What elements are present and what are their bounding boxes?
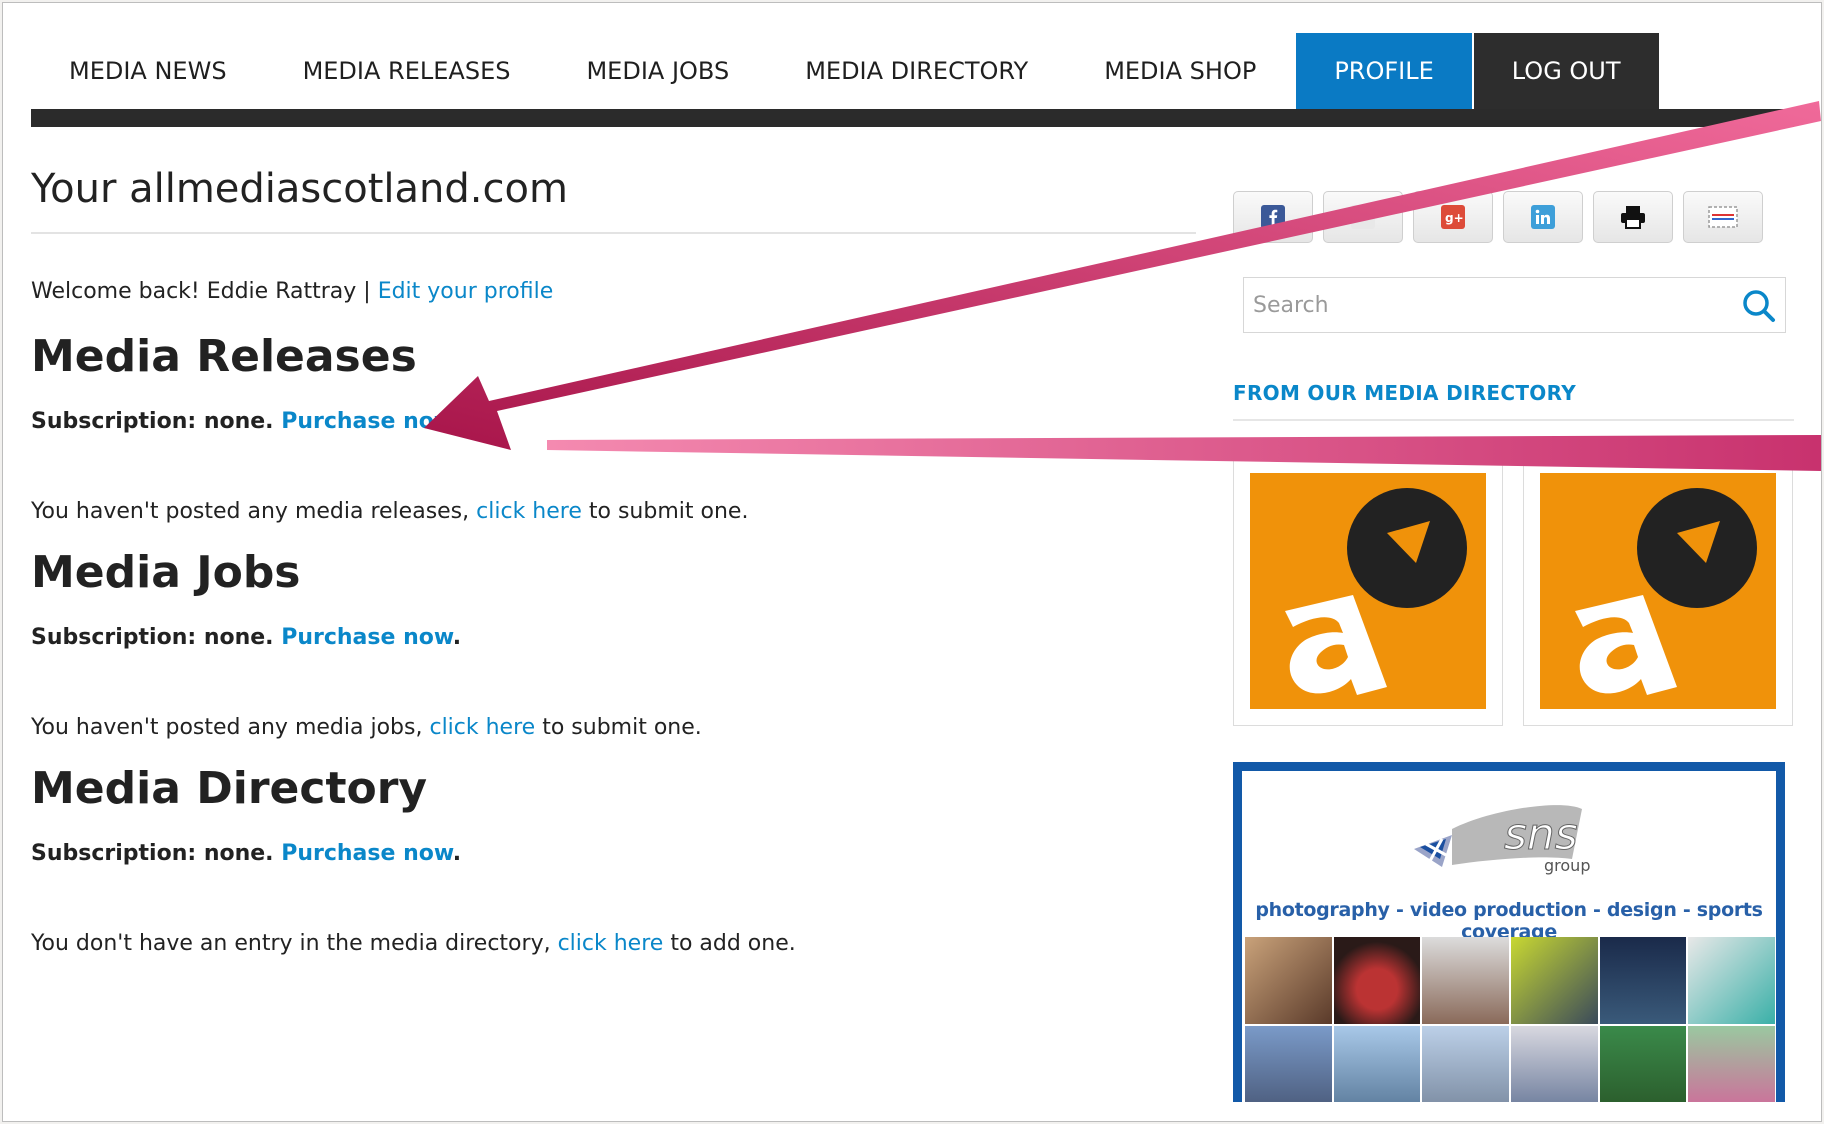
- period: .: [452, 625, 462, 650]
- ad-photo: [1599, 1025, 1687, 1102]
- subscription-status: Subscription: none.: [31, 409, 274, 434]
- linkedin-share-button[interactable]: [1503, 191, 1583, 243]
- media-releases-submit-link[interactable]: click here: [476, 499, 582, 524]
- sns-group-logo-icon: sns group: [1414, 805, 1590, 875]
- ad-photo: [1422, 937, 1509, 1024]
- media-jobs-purchase-link[interactable]: Purchase now: [281, 625, 453, 650]
- ad-photo: [1510, 937, 1598, 1024]
- directory-logo-card[interactable]: [1233, 456, 1503, 726]
- sidebar: g+ FROM OUR MEDIA DIRECTORY: [1233, 191, 1794, 1102]
- nav-media-jobs[interactable]: MEDIA JOBS: [548, 33, 767, 109]
- facebook-share-button[interactable]: [1233, 191, 1313, 243]
- subscription-status: Subscription: none.: [31, 841, 274, 866]
- media-directory-sidebar-heading: FROM OUR MEDIA DIRECTORY: [1233, 381, 1577, 405]
- nav-logout[interactable]: LOG OUT: [1473, 33, 1659, 109]
- media-releases-heading: Media Releases: [31, 331, 417, 382]
- info-text: You haven't posted any media releases,: [31, 499, 470, 524]
- ad-photo: [1510, 1025, 1598, 1102]
- info-text: to submit one.: [542, 715, 702, 740]
- ad-photo: [1688, 937, 1775, 1024]
- info-text: You don't have an entry in the media dir…: [31, 931, 551, 956]
- google-plus-share-button[interactable]: g+: [1413, 191, 1493, 243]
- search-icon[interactable]: [1741, 288, 1777, 324]
- media-directory-subscription: Subscription: none. Purchase now.: [31, 839, 1196, 869]
- ad-photo: [1688, 1025, 1775, 1102]
- email-icon: [1708, 206, 1738, 228]
- ad-photo: [1333, 1025, 1421, 1102]
- profile-content: Your allmediascotland.com Welcome back! …: [31, 127, 1196, 959]
- print-button[interactable]: [1593, 191, 1673, 243]
- period: .: [452, 841, 462, 866]
- period: .: [452, 409, 462, 434]
- media-directory-info: You don't have an entry in the media dir…: [31, 929, 1196, 959]
- media-releases-subscription: Subscription: none. Purchase now.: [31, 407, 1196, 437]
- ad-photo: [1333, 937, 1421, 1024]
- title-divider: [31, 232, 1196, 234]
- google-plus-icon: g+: [1441, 205, 1465, 229]
- nav-profile[interactable]: PROFILE: [1296, 33, 1472, 109]
- nav-media-directory[interactable]: MEDIA DIRECTORY: [767, 33, 1066, 109]
- linkedin-icon: [1531, 205, 1555, 229]
- edit-profile-link[interactable]: Edit your profile: [378, 279, 554, 304]
- ad-photo: [1245, 937, 1332, 1024]
- page-frame: MEDIA NEWS MEDIA RELEASES MEDIA JOBS MED…: [2, 2, 1822, 1122]
- sns-group-advert[interactable]: sns group photography - video production…: [1233, 762, 1785, 1102]
- info-text: to add one.: [670, 931, 796, 956]
- svg-text:g+: g+: [1445, 211, 1464, 225]
- welcome-line: Welcome back! Eddie Rattray | Edit your …: [31, 277, 1196, 307]
- ad-photo: [1422, 1025, 1509, 1102]
- media-directory-add-link[interactable]: click here: [558, 931, 664, 956]
- directory-logos: [1233, 456, 1794, 726]
- welcome-text: Welcome back! Eddie Rattray |: [31, 279, 371, 304]
- info-text: to submit one.: [588, 499, 749, 524]
- media-jobs-heading: Media Jobs: [31, 547, 301, 598]
- media-jobs-subscription: Subscription: none. Purchase now.: [31, 623, 1196, 653]
- main-nav: MEDIA NEWS MEDIA RELEASES MEDIA JOBS MED…: [31, 33, 1794, 127]
- nav-underline-bar: [31, 109, 1794, 127]
- media-releases-info: You haven't posted any media releases, c…: [31, 497, 1196, 527]
- media-releases-purchase-link[interactable]: Purchase now: [281, 409, 453, 434]
- share-buttons: g+: [1233, 191, 1794, 243]
- info-text: You haven't posted any media jobs,: [31, 715, 423, 740]
- directory-logo-card[interactable]: [1523, 456, 1793, 726]
- twitter-icon: [1351, 205, 1375, 229]
- facebook-icon: [1261, 205, 1285, 229]
- ad-brand-text: sns: [1504, 809, 1578, 860]
- ad-photo-collage: [1245, 937, 1775, 1102]
- nav-media-shop[interactable]: MEDIA SHOP: [1066, 33, 1294, 109]
- print-icon: [1621, 206, 1645, 229]
- search-box: [1243, 277, 1786, 333]
- page-title: Your allmediascotland.com: [31, 166, 568, 212]
- media-directory-heading: Media Directory: [31, 763, 428, 814]
- subscription-status: Subscription: none.: [31, 625, 274, 650]
- allmedia-logo-icon: [1250, 473, 1486, 709]
- ad-photo: [1245, 1025, 1332, 1102]
- ad-brand-sub-text: group: [1544, 856, 1590, 875]
- email-share-button[interactable]: [1683, 191, 1763, 243]
- media-directory-purchase-link[interactable]: Purchase now: [281, 841, 453, 866]
- media-jobs-info: You haven't posted any media jobs, click…: [31, 713, 1196, 743]
- sidebar-divider: [1233, 419, 1794, 421]
- twitter-share-button[interactable]: [1323, 191, 1403, 243]
- nav-media-news[interactable]: MEDIA NEWS: [31, 33, 265, 109]
- nav-media-releases[interactable]: MEDIA RELEASES: [265, 33, 549, 109]
- search-input[interactable]: [1244, 278, 1724, 332]
- allmedia-logo-icon: [1540, 473, 1776, 709]
- ad-photo: [1599, 937, 1687, 1024]
- media-jobs-submit-link[interactable]: click here: [429, 715, 535, 740]
